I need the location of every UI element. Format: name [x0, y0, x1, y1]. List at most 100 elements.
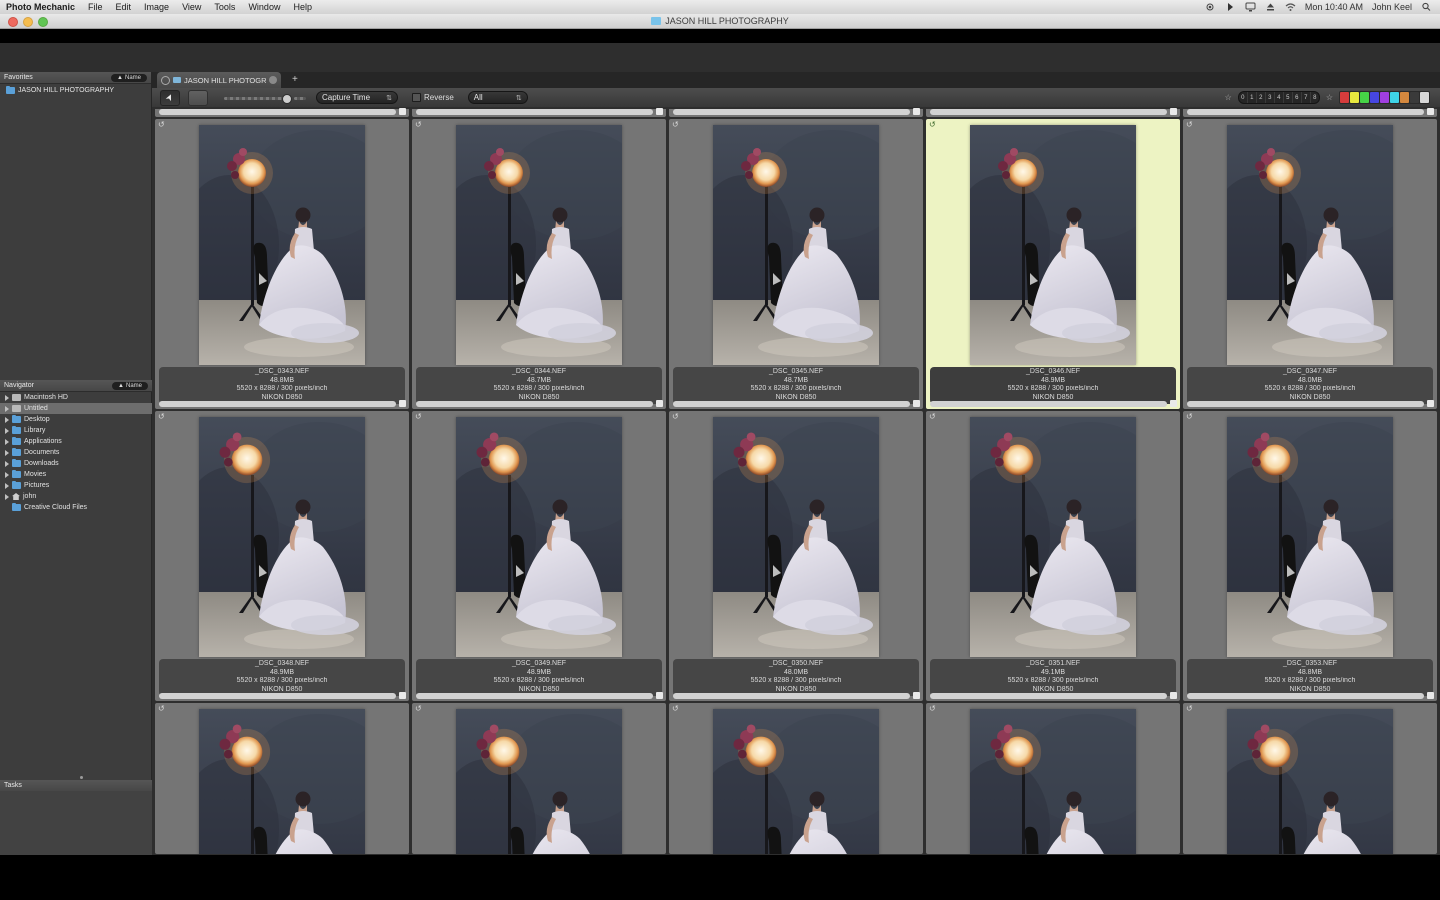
cell-scrollbar[interactable] — [416, 109, 653, 115]
photo-thumbnail[interactable] — [199, 125, 365, 365]
navigator-item[interactable]: Downloads — [0, 458, 152, 469]
rating-filter-segment[interactable]: 2 — [1257, 92, 1266, 103]
navigator-item[interactable]: Movies — [0, 469, 152, 480]
photo-thumbnail[interactable] — [713, 125, 879, 365]
cell-scrollbar[interactable] — [159, 693, 396, 699]
photo-cell[interactable]: ↺ — [669, 703, 923, 854]
record-icon[interactable] — [1205, 2, 1216, 12]
navigator-item[interactable]: Macintosh HD — [0, 392, 152, 403]
photo-thumbnail[interactable] — [1227, 417, 1393, 657]
rotate-icon[interactable]: ↺ — [415, 705, 422, 713]
cell-scrollbar-box[interactable] — [1427, 400, 1434, 407]
tab-badge-icon[interactable] — [269, 76, 277, 84]
cell-scrollbar[interactable] — [1187, 109, 1424, 115]
reverse-checkbox[interactable] — [412, 93, 421, 102]
contact-sheet[interactable]: ↺ — [152, 107, 1440, 855]
photo-thumbnail[interactable] — [199, 417, 365, 657]
disclosure-triangle-icon[interactable] — [5, 472, 9, 478]
cell-scrollbar-box[interactable] — [913, 108, 920, 115]
cell-scrollbar-box[interactable] — [1170, 108, 1177, 115]
photo-thumbnail[interactable] — [456, 125, 622, 365]
photo-thumbnail[interactable] — [1227, 709, 1393, 854]
photo-cell[interactable]: ↺ — [669, 119, 923, 409]
wifi-icon[interactable] — [1285, 2, 1296, 12]
rating-filter-segment[interactable]: 3 — [1266, 92, 1275, 103]
rotate-icon[interactable]: ↺ — [672, 413, 679, 421]
disclosure-triangle-icon[interactable] — [5, 483, 9, 489]
rating-filter-segment[interactable]: 8 — [1311, 92, 1319, 103]
disclosure-triangle-icon[interactable] — [5, 428, 9, 434]
color-class-swatch[interactable] — [1350, 92, 1359, 103]
filter-dropdown[interactable]: All ⇅ — [468, 91, 528, 104]
menu-clock[interactable]: Mon 10:40 AM — [1305, 2, 1363, 12]
cell-scrollbar[interactable] — [1187, 401, 1424, 407]
photo-cell[interactable]: ↺ — [412, 411, 666, 701]
cell-scrollbar-box[interactable] — [913, 400, 920, 407]
photo-cell[interactable]: ↺ — [926, 119, 1180, 409]
photo-cell[interactable]: ↺ — [155, 119, 409, 409]
color-class-swatch[interactable] — [1390, 92, 1399, 103]
rotate-icon[interactable]: ↺ — [672, 705, 679, 713]
rating-filter-segment[interactable]: 5 — [1284, 92, 1293, 103]
photo-cell[interactable]: ↺ — [155, 411, 409, 701]
sort-by-dropdown[interactable]: Capture Time ⇅ — [316, 91, 398, 104]
rotate-icon[interactable]: ↺ — [415, 121, 422, 129]
menu-item[interactable]: Window — [248, 2, 280, 12]
rotate-icon[interactable]: ↺ — [672, 121, 679, 129]
rotate-icon[interactable]: ↺ — [1186, 121, 1193, 129]
disclosure-triangle-icon[interactable] — [5, 450, 9, 456]
navigator-item[interactable]: john — [0, 491, 152, 502]
photo-thumbnail[interactable] — [456, 417, 622, 657]
rotate-icon[interactable]: ↺ — [158, 121, 165, 129]
color-class-swatch[interactable] — [1360, 92, 1369, 103]
navigator-item[interactable]: Creative Cloud Files — [0, 502, 152, 513]
rating-filter-segment[interactable]: 6 — [1293, 92, 1302, 103]
photo-thumbnail[interactable] — [1227, 125, 1393, 365]
color-class-filter[interactable] — [1339, 91, 1430, 104]
menu-item[interactable]: Edit — [116, 2, 132, 12]
navigator-sort-button[interactable]: ▲Name — [112, 382, 148, 390]
cell-scrollbar[interactable] — [930, 693, 1167, 699]
photo-cell[interactable]: ↺ — [926, 703, 1180, 854]
navigator-item[interactable]: Untitled — [0, 403, 152, 414]
bluetooth-icon[interactable] — [1225, 2, 1236, 12]
rating-filter[interactable]: 012345678 — [1238, 91, 1320, 104]
select-tool-button[interactable]: ➤ — [160, 90, 180, 106]
cell-scrollbar[interactable] — [159, 401, 396, 407]
color-class-swatch[interactable] — [1410, 92, 1419, 103]
cell-scrollbar-box[interactable] — [1170, 692, 1177, 699]
app-menu[interactable]: Photo Mechanic — [6, 2, 75, 12]
photo-cell[interactable]: ↺ — [926, 411, 1180, 701]
cell-scrollbar[interactable] — [1187, 693, 1424, 699]
photo-thumbnail[interactable] — [456, 709, 622, 854]
rotate-icon[interactable]: ↺ — [1186, 705, 1193, 713]
menu-item[interactable]: Tools — [214, 2, 235, 12]
new-tab-button[interactable]: + — [292, 75, 298, 85]
tab-refresh-icon[interactable] — [161, 76, 170, 85]
disclosure-triangle-icon[interactable] — [5, 395, 9, 401]
window-title-bar[interactable]: JASON HILL PHOTOGRAPHY — [0, 14, 1440, 29]
menu-item[interactable]: File — [88, 2, 103, 12]
cell-scrollbar-box[interactable] — [656, 108, 663, 115]
rotate-icon[interactable]: ↺ — [415, 413, 422, 421]
color-class-swatch[interactable] — [1380, 92, 1389, 103]
zoom-window-button[interactable] — [38, 17, 48, 27]
color-class-swatch[interactable] — [1340, 92, 1349, 103]
disclosure-triangle-icon[interactable] — [5, 406, 9, 412]
thumbnail-size-slider[interactable] — [224, 93, 302, 103]
menu-item[interactable]: View — [182, 2, 201, 12]
search-icon[interactable] — [1421, 2, 1432, 12]
color-class-swatch[interactable] — [1400, 92, 1409, 103]
cell-scrollbar-box[interactable] — [399, 692, 406, 699]
photo-cell[interactable]: ↺ — [1183, 703, 1437, 854]
rotate-icon[interactable]: ↺ — [929, 121, 936, 129]
photo-cell[interactable]: ↺ — [1183, 411, 1437, 701]
cell-scrollbar-box[interactable] — [399, 400, 406, 407]
color-class-swatch[interactable] — [1420, 92, 1429, 103]
rotate-icon[interactable]: ↺ — [929, 705, 936, 713]
cell-scrollbar[interactable] — [416, 401, 653, 407]
pane-resize-handle[interactable] — [80, 776, 83, 779]
menu-user[interactable]: John Keel — [1372, 2, 1412, 12]
photo-thumbnail[interactable] — [970, 417, 1136, 657]
favorites-sort-button[interactable]: ▲Name — [111, 74, 147, 82]
